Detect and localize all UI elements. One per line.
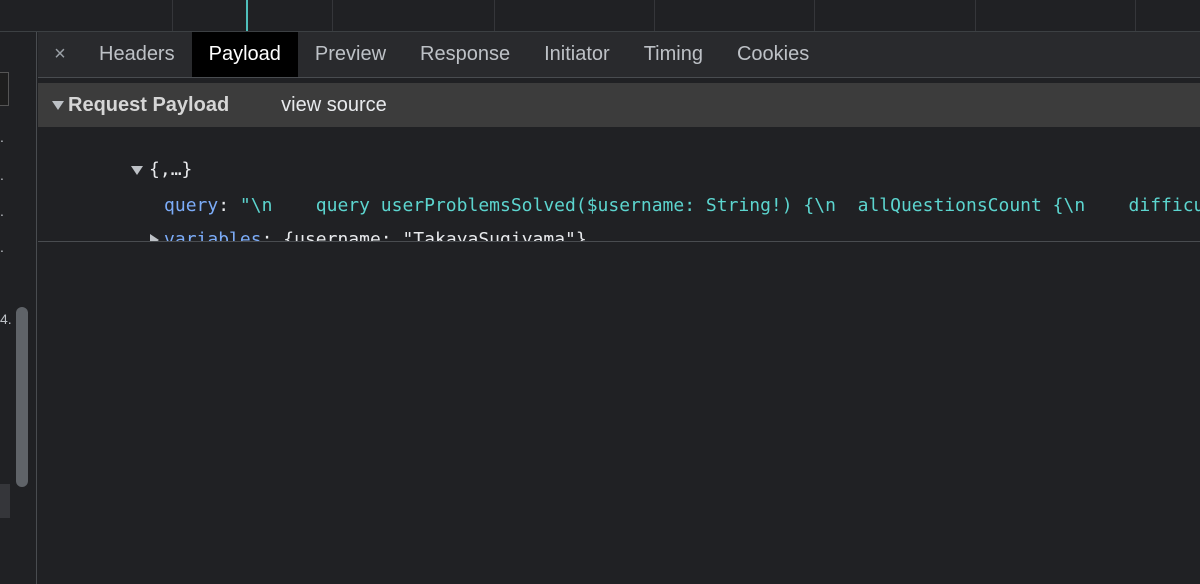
timeline-current-marker bbox=[246, 0, 248, 31]
detail-tab-bar: × Headers Payload Preview Response Initi… bbox=[38, 32, 1200, 78]
close-icon[interactable]: × bbox=[38, 32, 82, 77]
request-row-truncated[interactable]: . bbox=[0, 168, 10, 182]
request-row-truncated[interactable]: 4. bbox=[0, 312, 12, 326]
timeline-gridline bbox=[332, 0, 333, 31]
request-list-scrollbar[interactable] bbox=[16, 307, 28, 487]
tab-timing[interactable]: Timing bbox=[627, 32, 720, 77]
request-row-truncated[interactable]: . bbox=[0, 240, 10, 254]
devtools-network-panel: . . . . 4. × Headers Payload Preview Res… bbox=[0, 0, 1200, 584]
network-timeline-overview[interactable] bbox=[0, 0, 1200, 32]
request-row-truncated[interactable]: . bbox=[0, 204, 10, 218]
timeline-gridline bbox=[975, 0, 976, 31]
tab-initiator[interactable]: Initiator bbox=[527, 32, 627, 77]
tab-payload[interactable]: Payload bbox=[191, 32, 298, 77]
timeline-gridline bbox=[814, 0, 815, 31]
property-separator: : bbox=[261, 229, 284, 242]
request-list-row-selected[interactable] bbox=[0, 72, 9, 106]
expand-triangle-icon[interactable] bbox=[150, 234, 160, 241]
request-list-pane[interactable]: . . . . 4. bbox=[0, 32, 37, 584]
property-value: {username: "TakayaSugiyama"} bbox=[283, 229, 587, 242]
tab-response[interactable]: Response bbox=[403, 32, 527, 77]
tree-row-variables[interactable]: variables: {username: "TakayaSugiyama"} bbox=[85, 201, 587, 241]
section-title: Request Payload bbox=[68, 93, 230, 116]
request-list-row[interactable] bbox=[0, 484, 10, 518]
request-payload-header[interactable]: Request Payload view source bbox=[38, 83, 1200, 127]
tree-root-row[interactable]: {,…} bbox=[66, 131, 192, 180]
view-source-link[interactable]: view source bbox=[281, 94, 387, 117]
tab-headers[interactable]: Headers bbox=[82, 32, 192, 77]
tree-row-query[interactable]: query: "\n query userProblemsSolved($use… bbox=[99, 167, 1200, 216]
timeline-gridline bbox=[172, 0, 173, 31]
timeline-gridline bbox=[494, 0, 495, 31]
timeline-gridline bbox=[1135, 0, 1136, 31]
tab-cookies[interactable]: Cookies bbox=[720, 32, 826, 77]
payload-tree: {,…} query: "\n query userProblemsSolved… bbox=[38, 128, 1200, 242]
timeline-gridline bbox=[654, 0, 655, 31]
request-row-truncated[interactable]: . bbox=[0, 130, 10, 144]
expand-triangle-icon[interactable] bbox=[52, 100, 64, 110]
tab-preview[interactable]: Preview bbox=[298, 32, 403, 77]
property-key: variables bbox=[164, 229, 262, 242]
